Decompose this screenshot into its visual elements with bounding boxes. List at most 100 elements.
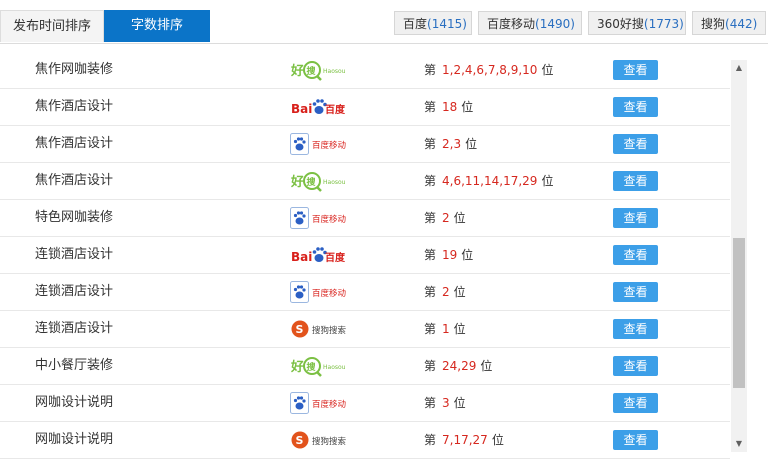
tab-sort-by-length[interactable]: 字数排序 bbox=[104, 10, 210, 42]
scrollbar-thumb[interactable] bbox=[733, 238, 745, 388]
view-button[interactable]: 查看 bbox=[613, 245, 658, 265]
keyword: 焦作酒店设计 bbox=[35, 173, 114, 188]
rank-positions: 18 bbox=[442, 100, 458, 114]
svg-text:搜狗搜索: 搜狗搜索 bbox=[312, 436, 346, 447]
rank-text: 第3位 bbox=[424, 385, 466, 422]
svg-text:Haosou: Haosou bbox=[323, 364, 346, 371]
rank-text: 第 19 位 bbox=[424, 237, 473, 274]
view-button[interactable]: 查看 bbox=[613, 393, 658, 413]
rank-text: 第 24,29 位 bbox=[424, 348, 492, 385]
rank-positions: 4,6,11,14,17,29 bbox=[442, 174, 538, 188]
rank-text: 第 18 位 bbox=[424, 89, 473, 126]
filter-label: 搜狗 bbox=[701, 17, 726, 31]
baidu-mobile-logo-icon: 百度移动 bbox=[290, 281, 347, 303]
svg-text:百度移动: 百度移动 bbox=[312, 399, 347, 410]
view-button[interactable]: 查看 bbox=[613, 208, 658, 228]
svg-text:Haosou: Haosou bbox=[323, 68, 346, 75]
haosou-logo-icon: 好搜 Haosou bbox=[291, 172, 346, 192]
tab-sort-by-time[interactable]: 发布时间排序 bbox=[0, 10, 104, 42]
ranking-row: 特色网咖装修 百度移动 第 2 位 查看 bbox=[0, 200, 730, 237]
rank-positions: 19 bbox=[442, 248, 458, 262]
scroll-down-arrow-icon[interactable]: ▼ bbox=[731, 436, 747, 452]
view-button[interactable]: 查看 bbox=[613, 171, 658, 191]
view-button[interactable]: 查看 bbox=[613, 134, 658, 154]
baidu-mobile-logo-icon: 百度移动 bbox=[290, 392, 347, 414]
keyword: 特色网咖装修 bbox=[35, 210, 114, 225]
svg-text:Haosou: Haosou bbox=[323, 179, 346, 186]
rank-suffix: 位 bbox=[453, 396, 466, 410]
rank-text: 第2位 bbox=[424, 274, 466, 311]
rank-suffix: 位 bbox=[480, 359, 493, 373]
rank-text: 第 1,2,4,6,7,8,9,10 位 bbox=[424, 52, 553, 89]
vertical-scrollbar[interactable]: ▲ ▼ bbox=[731, 60, 747, 452]
ranking-row: 焦作酒店设计 百度移动 第 2,3 位 查看 bbox=[0, 126, 730, 163]
keyword: 网咖设计说明 bbox=[35, 395, 114, 410]
haosou-logo-icon: 好搜 Haosou bbox=[291, 357, 346, 377]
svg-text:百度: 百度 bbox=[325, 251, 346, 264]
rank-suffix: 位 bbox=[465, 137, 478, 151]
rank-prefix: 第 bbox=[424, 100, 437, 114]
rank-suffix: 位 bbox=[461, 100, 474, 114]
scroll-up-arrow-icon[interactable]: ▲ bbox=[731, 60, 747, 76]
filter-label: 360好搜 bbox=[597, 17, 644, 31]
keyword: 焦作网咖装修 bbox=[35, 62, 114, 77]
filter-sogou[interactable]: 搜狗(442) bbox=[692, 11, 766, 35]
svg-text:Bai: Bai bbox=[291, 250, 312, 264]
baidu-logo-icon: Bai 百度 bbox=[291, 99, 346, 116]
filter-label: 百度 bbox=[403, 17, 428, 31]
filter-label: 百度移动 bbox=[487, 17, 536, 31]
view-button[interactable]: 查看 bbox=[613, 356, 658, 376]
rank-suffix: 位 bbox=[491, 433, 504, 447]
keyword: 焦作酒店设计 bbox=[35, 99, 114, 114]
keyword: 焦作酒店设计 bbox=[35, 136, 114, 151]
haosou-logo-icon: 好搜 Haosou bbox=[291, 61, 346, 81]
rank-positions: 2,3 bbox=[442, 137, 462, 151]
rank-positions: 3 bbox=[442, 396, 450, 410]
svg-text:百度移动: 百度移动 bbox=[312, 288, 347, 299]
filter-baidu-mobile[interactable]: 百度移动(1490) bbox=[478, 11, 582, 35]
rank-suffix: 位 bbox=[541, 63, 554, 77]
rank-positions: 24,29 bbox=[442, 359, 477, 373]
svg-text:搜: 搜 bbox=[307, 176, 317, 188]
filter-count: (442) bbox=[725, 17, 758, 31]
baidu-logo-icon: Bai 百度 bbox=[291, 247, 346, 264]
view-button[interactable]: 查看 bbox=[613, 60, 658, 80]
rank-suffix: 位 bbox=[541, 174, 554, 188]
svg-text:S: S bbox=[296, 434, 304, 447]
rank-prefix: 第 bbox=[424, 285, 437, 299]
svg-text:好: 好 bbox=[291, 174, 304, 190]
rank-text: 第 4,6,11,14,17,29 位 bbox=[424, 163, 553, 200]
svg-text:好: 好 bbox=[291, 359, 304, 375]
baidu-mobile-logo-icon: 百度移动 bbox=[290, 133, 347, 155]
view-button[interactable]: 查看 bbox=[613, 319, 658, 339]
filter-count: (1415) bbox=[427, 17, 467, 31]
ranking-row: 中小餐厅装修 好搜 Haosou 第 24,29 位 查看 bbox=[0, 348, 730, 385]
rank-positions: 7,17,27 bbox=[442, 433, 488, 447]
keyword: 连锁酒店设计 bbox=[35, 321, 114, 336]
svg-text:S: S bbox=[296, 323, 304, 336]
ranking-row: 焦作网咖装修 好搜 Haosou 第 1,2,4,6,7,8,9,10 位 查看 bbox=[0, 52, 730, 89]
rank-suffix: 位 bbox=[453, 211, 466, 225]
rank-prefix: 第 bbox=[424, 63, 437, 77]
view-button[interactable]: 查看 bbox=[613, 97, 658, 117]
rank-prefix: 第 bbox=[424, 248, 437, 262]
filter-baidu[interactable]: 百度(1415) bbox=[394, 11, 472, 35]
filter-360-haosou[interactable]: 360好搜(1773) bbox=[588, 11, 686, 35]
ranking-row: 网咖设计说明 S 搜狗搜索 第 7,17,27 位 查看 bbox=[0, 422, 730, 459]
rank-prefix: 第 bbox=[424, 137, 437, 151]
rank-positions: 1,2,4,6,7,8,9,10 bbox=[442, 63, 538, 77]
ranking-list: 焦作网咖装修好搜 Haosou 第 1,2,4,6,7,8,9,10 位查看 焦作酒店设计… bbox=[0, 52, 730, 461]
svg-text:百度移动: 百度移动 bbox=[312, 214, 347, 225]
sogou-logo-icon: S 搜狗搜索 bbox=[291, 320, 346, 338]
view-button[interactable]: 查看 bbox=[613, 282, 658, 302]
keyword: 连锁酒店设计 bbox=[35, 247, 114, 262]
rank-suffix: 位 bbox=[453, 322, 466, 336]
view-button[interactable]: 查看 bbox=[613, 430, 658, 450]
rank-suffix: 位 bbox=[453, 285, 466, 299]
rank-text: 第2位 bbox=[424, 200, 466, 237]
svg-text:百度: 百度 bbox=[325, 103, 346, 116]
rank-prefix: 第 bbox=[424, 359, 437, 373]
ranking-row: 连锁酒店设计 百度移动 第 2 位 查看 bbox=[0, 274, 730, 311]
baidu-mobile-logo-icon: 百度移动 bbox=[290, 207, 347, 229]
sogou-logo-icon: S 搜狗搜索 bbox=[291, 431, 346, 449]
